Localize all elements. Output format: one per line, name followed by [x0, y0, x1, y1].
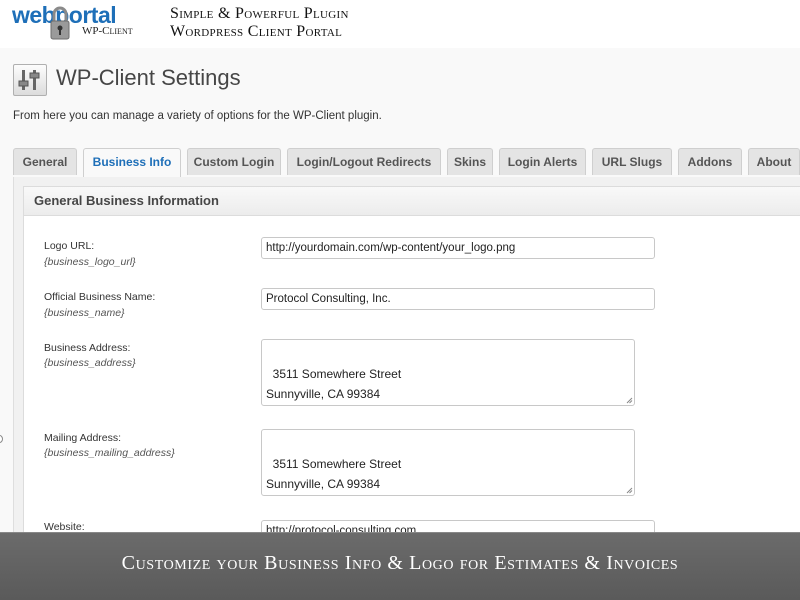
resize-grip-icon[interactable]	[626, 487, 633, 494]
tab-addons[interactable]: Addons	[678, 148, 742, 175]
logo-url-label: Logo URL:	[44, 240, 95, 252]
tab-general[interactable]: General	[13, 148, 77, 175]
tagline-line-1: Simple & Powerful Plugin	[170, 5, 349, 22]
business-address-value: 3511 Somewhere Street Sunnyville, CA 993…	[266, 367, 402, 401]
logo-url-token: {business_logo_url}	[44, 256, 136, 268]
caption-text: Customize your Business Info & Logo for …	[121, 552, 679, 574]
panel-header: General Business Information	[24, 187, 800, 216]
page-title: WP-Client Settings	[56, 65, 241, 90]
business-name-token: {business_name}	[44, 307, 125, 319]
resize-grip-icon[interactable]	[626, 397, 633, 404]
caption-bar: Customize your Business Info & Logo for …	[0, 532, 800, 600]
mailing-address-token: {business_mailing_address}	[44, 447, 175, 459]
tab-login-alerts[interactable]: Login Alerts	[499, 148, 586, 175]
business-address-label: Business Address:	[44, 342, 131, 354]
tab-custom-login[interactable]: Custom Login	[187, 148, 281, 175]
logo-subtitle: WP-Client	[82, 25, 133, 37]
logo-url-input[interactable]: http://yourdomain.com/wp-content/your_lo…	[261, 237, 655, 259]
business-address-token: {business_address}	[44, 357, 136, 369]
business-name-label: Official Business Name:	[44, 291, 156, 303]
tagline-line-2: Wordpress Client Portal	[170, 23, 343, 40]
tab-skins[interactable]: Skins	[447, 148, 493, 175]
settings-tabs: General Business Info Custom Login Login…	[13, 148, 800, 178]
mailing-address-value: 3511 Somewhere Street Sunnyville, CA 993…	[266, 457, 402, 491]
banner: webportal WP-Client Simple & Powerful Pl…	[0, 0, 800, 48]
tagline: Simple & Powerful Plugin Wordpress Clien…	[170, 5, 349, 41]
padlock-icon	[50, 6, 70, 40]
tab-login-logout-redirects[interactable]: Login/Logout Redirects	[287, 148, 441, 175]
settings-sliders-icon	[13, 64, 47, 96]
mailing-address-label: Mailing Address:	[44, 432, 122, 444]
business-name-input[interactable]: Protocol Consulting, Inc.	[261, 288, 655, 310]
tab-url-slugs[interactable]: URL Slugs	[592, 148, 672, 175]
mailing-address-textarea[interactable]: 3511 Somewhere Street Sunnyville, CA 993…	[261, 429, 635, 496]
tab-about[interactable]: About	[748, 148, 800, 175]
page-intro: From here you can manage a variety of op…	[13, 110, 382, 122]
business-address-textarea[interactable]: 3511 Somewhere Street Sunnyville, CA 993…	[261, 339, 635, 406]
tab-business-info[interactable]: Business Info	[83, 148, 181, 178]
